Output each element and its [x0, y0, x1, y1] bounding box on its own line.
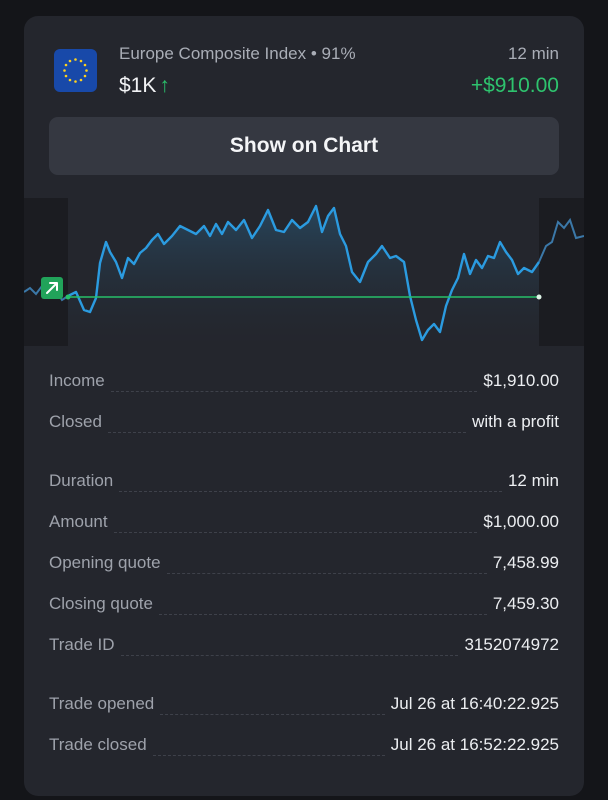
detail-value: $1,910.00	[483, 371, 559, 390]
detail-label: Closed	[49, 412, 102, 431]
detail-value: 7,458.99	[492, 553, 559, 572]
dotted-leader	[152, 755, 385, 756]
detail-label: Income	[49, 371, 105, 390]
separator-dot: •	[310, 44, 322, 63]
detail-row-income: Income $1,910.00	[49, 369, 559, 410]
detail-label: Amount	[49, 512, 108, 531]
show-on-chart-button[interactable]: Show on Chart	[49, 117, 559, 175]
arrow-up-icon: ↑	[159, 74, 170, 97]
stake-amount: $1K	[119, 74, 157, 97]
dotted-leader	[120, 655, 459, 656]
detail-value: Jul 26 at 16:40:22.925	[390, 694, 559, 713]
asset-name: Europe Composite Index	[119, 44, 307, 63]
trade-details: Income $1,910.00 Closed with a profit Du…	[49, 369, 559, 774]
trade-header: Europe Composite Index • 91% $1K ↑ 12 min…	[24, 16, 584, 106]
dotted-leader	[158, 614, 487, 615]
arrow-up-right-icon	[41, 277, 63, 299]
detail-value: 3152074972	[464, 635, 559, 654]
eu-flag-icon	[54, 49, 97, 92]
pre-trade-shade	[24, 198, 68, 346]
payout-percent: 91%	[321, 44, 356, 63]
dotted-leader	[160, 714, 385, 715]
open-point	[65, 294, 71, 300]
dotted-leader	[110, 391, 478, 392]
price-area-fill	[68, 206, 539, 346]
dotted-leader	[113, 532, 478, 533]
price-chart	[24, 198, 584, 346]
detail-row-trade-closed: Trade closed Jul 26 at 16:52:22.925	[49, 733, 559, 774]
detail-row-trade-id: Trade ID 3152074972	[49, 633, 559, 674]
stake-row: $1K ↑	[119, 74, 170, 98]
trade-duration: 12 min	[507, 44, 559, 63]
post-trade-shade	[539, 198, 584, 346]
detail-label: Trade ID	[49, 635, 115, 654]
dotted-leader	[166, 573, 487, 574]
detail-label: Opening quote	[49, 553, 161, 572]
detail-value: 7,459.30	[492, 594, 559, 613]
dotted-leader	[107, 432, 467, 433]
detail-row-amount: Amount $1,000.00	[49, 510, 559, 551]
detail-row-closing-quote: Closing quote 7,459.30	[49, 592, 559, 633]
detail-label: Trade opened	[49, 694, 155, 713]
detail-label: Closing quote	[49, 594, 153, 613]
detail-label: Duration	[49, 471, 114, 490]
close-point	[536, 294, 542, 300]
detail-value: 12 min	[507, 471, 559, 490]
detail-label: Trade closed	[49, 735, 147, 754]
asset-title: Europe Composite Index • 91%	[119, 44, 356, 64]
detail-value: $1,000.00	[483, 512, 559, 531]
trade-card: Europe Composite Index • 91% $1K ↑ 12 min…	[24, 16, 584, 796]
detail-value: Jul 26 at 16:52:22.925	[390, 735, 559, 754]
dotted-leader	[119, 491, 502, 492]
detail-row-duration: Duration 12 min	[49, 469, 559, 510]
profit-amount: +$910.00	[470, 74, 559, 97]
detail-row-closed: Closed with a profit	[49, 410, 559, 451]
detail-row-trade-opened: Trade opened Jul 26 at 16:40:22.925	[49, 692, 559, 733]
detail-value: with a profit	[472, 412, 559, 431]
detail-row-opening-quote: Opening quote 7,458.99	[49, 551, 559, 592]
